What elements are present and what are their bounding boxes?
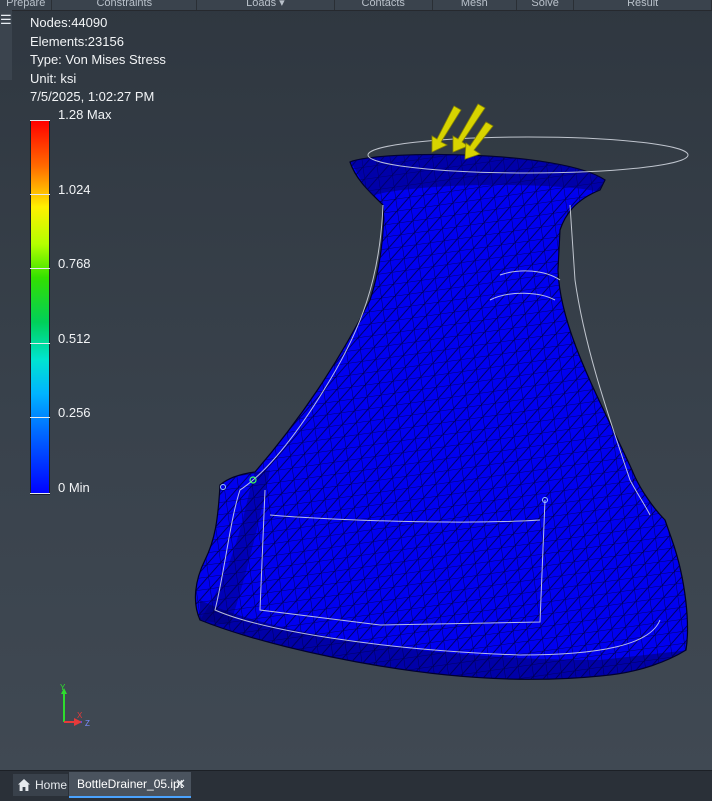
view-triad[interactable]: Y X Z [52,682,98,728]
stress-result-model[interactable] [0,0,712,770]
load-arrows [431,103,494,160]
close-icon[interactable]: ✕ [175,772,186,796]
triad-x-label: X [77,711,83,720]
home-icon [18,779,30,791]
document-tab-bar: Home BottleDrainer_05.ipt ✕ [0,770,712,801]
triad-z-label: Z [85,719,90,728]
triad-y-label: Y [60,683,66,692]
home-tab-label: Home [35,778,68,792]
graphics-viewport[interactable]: Prepare Constraints Loads ▾ Contacts Mes… [0,0,712,770]
document-tab-label: BottleDrainer_05.ipt [77,777,184,791]
mesh-body [194,153,689,680]
home-tab[interactable]: Home [13,774,68,796]
document-tab[interactable]: BottleDrainer_05.ipt ✕ [69,772,191,798]
